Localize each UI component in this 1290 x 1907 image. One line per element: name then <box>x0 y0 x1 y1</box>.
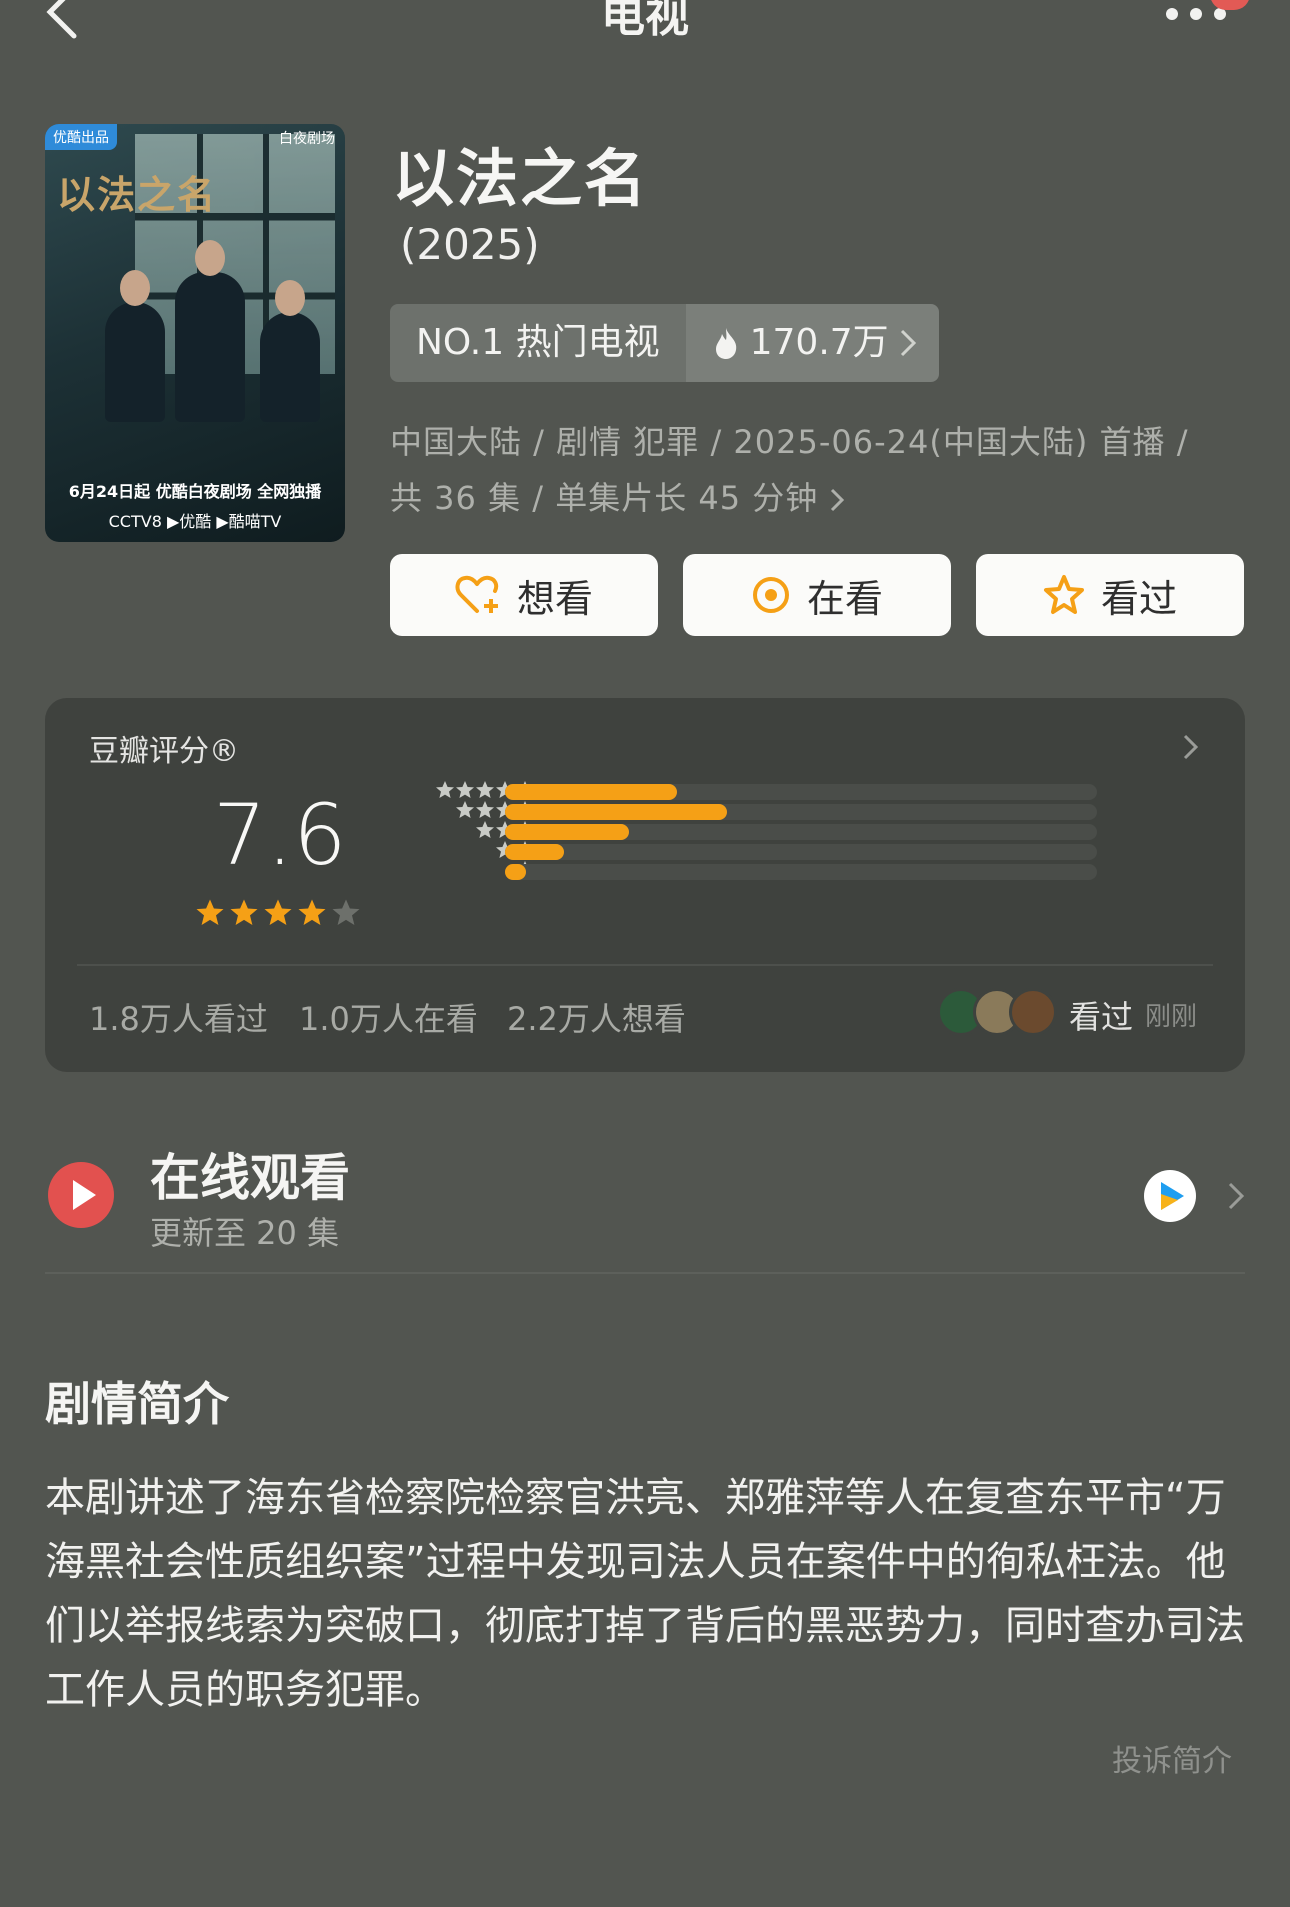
divider <box>77 964 1213 966</box>
show-title: 以法之名 <box>392 142 649 215</box>
poster-head <box>275 280 305 316</box>
watched-label: 看过 <box>1100 576 1177 621</box>
page-title: 电视 <box>601 0 689 42</box>
star-icon <box>230 899 258 925</box>
online-watch-title[interactable]: 在线观看 <box>150 1138 350 1210</box>
flame-icon <box>715 328 736 359</box>
rating-bar-track <box>505 824 1097 840</box>
friend-time: 刚刚 <box>1145 1002 1198 1032</box>
small-star-icon <box>476 801 494 818</box>
show-info[interactable]: 中国大陆 / 剧情 犯罪 / 2025-06-24(中国大陆) 首播 / 共 3… <box>390 414 1220 526</box>
want-count: 2.2万人想看 <box>507 1000 686 1038</box>
poster-figure <box>260 312 320 422</box>
poster-image[interactable]: 优酷出品 白夜剧场 以法之名 6月24日起 优酷白夜剧场 全网独播 CCTV8 … <box>45 124 345 542</box>
want-label: 想看 <box>516 576 593 621</box>
rating-stars <box>195 898 361 928</box>
want-to-watch-button[interactable]: 想看 <box>390 554 658 636</box>
online-watch-subtitle: 更新至 20 集 <box>150 1214 340 1252</box>
rating-label: 豆瓣评分® <box>89 734 239 769</box>
show-year: (2025) <box>400 220 540 269</box>
heat-count[interactable]: 170.7万 <box>685 304 939 382</box>
small-star-icon <box>456 781 474 798</box>
friend-action: 看过 <box>1069 998 1134 1036</box>
show-info-text: 中国大陆 / 剧情 犯罪 / 2025-06-24(中国大陆) 首播 / 共 3… <box>390 423 1189 517</box>
star-icon <box>298 899 326 925</box>
play-icon[interactable] <box>48 1162 114 1228</box>
star-outline-icon <box>1043 575 1084 614</box>
rating-bar-fill <box>505 784 677 800</box>
star-icon <box>332 899 360 925</box>
poster-date: 6月24日起 优酷白夜剧场 全网独播 <box>68 482 322 501</box>
rating-bar-fill <box>505 864 526 880</box>
small-star-icon <box>436 781 454 798</box>
youku-app-icon[interactable] <box>1144 1170 1196 1222</box>
chevron-right-icon <box>900 329 916 357</box>
rating-bar-track <box>505 864 1097 880</box>
report-synopsis-link[interactable]: 投诉简介 <box>1112 1736 1232 1780</box>
chevron-right-icon <box>831 488 845 512</box>
synopsis-text: 本剧讲述了海东省检察院检察官洪亮、郑雅萍等人在复查东平市“万海黑社会性质组织案”… <box>45 1475 1245 1713</box>
poster-head <box>120 270 150 306</box>
small-star-icon <box>476 821 494 838</box>
synopsis-title: 剧情简介 <box>45 1377 229 1431</box>
poster-badge: 优酷出品 <box>45 124 117 150</box>
heart-plus-icon <box>455 575 499 613</box>
poster-head <box>195 240 225 276</box>
rating-bar-fill <box>505 804 727 820</box>
poster-brand: 白夜剧场 <box>279 131 335 147</box>
small-star-icon <box>476 781 494 798</box>
chevron-right-icon[interactable] <box>1181 732 1201 762</box>
hot-ranking[interactable]: NO.1 热门电视 170.7万 <box>390 304 939 382</box>
rating-bar-track <box>505 804 1097 820</box>
watched-button[interactable]: 看过 <box>976 554 1244 636</box>
target-icon <box>752 577 789 613</box>
small-star-icon <box>456 801 474 818</box>
hot-rank-label: NO.1 热门电视 <box>390 304 686 382</box>
watching-label: 在看 <box>806 576 883 621</box>
rating-bar-fill <box>505 844 564 860</box>
heat-value: 170.7万 <box>749 322 889 363</box>
chevron-right-icon[interactable] <box>1226 1180 1246 1212</box>
divider <box>45 1272 1245 1274</box>
watching-count: 1.0万人在看 <box>299 1000 478 1038</box>
rating-score: 7.6 <box>213 786 347 884</box>
poster-figure <box>105 302 165 422</box>
poster-logos: CCTV8 ▶优酷 ▶酷喵TV <box>108 512 282 531</box>
rating-bar-track <box>505 784 1097 800</box>
poster-figure <box>175 272 245 422</box>
star-icon <box>264 899 292 925</box>
rating-bar-fill <box>505 824 629 840</box>
watched-count: 1.8万人看过 <box>89 1000 268 1038</box>
watching-button[interactable]: 在看 <box>683 554 951 636</box>
poster-title: 以法之名 <box>57 172 218 217</box>
rating-bar-track <box>505 844 1097 860</box>
avatar[interactable] <box>1009 988 1057 1036</box>
rating-card[interactable]: 豆瓣评分® 7.6 1.8万人看过 1.0万人在看 2.2万人想看 看过 刚刚 <box>45 698 1245 1072</box>
star-icon <box>196 899 224 925</box>
